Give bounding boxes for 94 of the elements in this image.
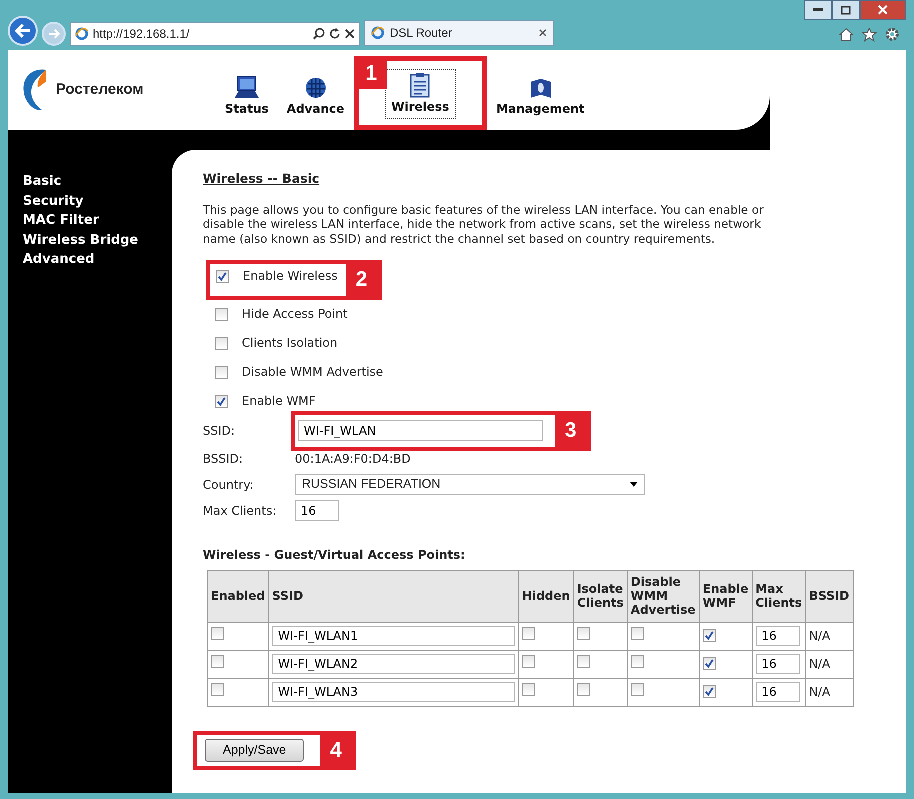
bssid-value: 00:1A:A9:F0:D4:BD xyxy=(295,450,411,468)
column-header: SSID xyxy=(268,570,519,622)
maximize-button[interactable] xyxy=(832,0,860,20)
callout-number: 2 xyxy=(346,264,378,296)
checkbox[interactable] xyxy=(630,655,644,668)
ssid-field[interactable]: WI-FI_WLAN1 xyxy=(272,626,516,646)
stop-icon[interactable] xyxy=(345,29,355,39)
address-text: http://192.168.1.1/ xyxy=(93,26,191,43)
checkbox[interactable] xyxy=(630,627,644,640)
field-label: SSID: xyxy=(203,422,236,440)
page-title: Wireless -- Basic xyxy=(203,170,320,188)
sidebar-item[interactable]: Wireless Bridge xyxy=(23,230,172,250)
description-text: This page allows you to configure basic features of the wireless LAN interface. You can enable or disable the wireless LAN interface, hide the network from active scans, set the wireless network name (also known as SSID) and restrict the channel set based on country requirements. xyxy=(203,202,765,246)
option-label: Hide Access Point xyxy=(242,306,348,324)
table-cell: N/A xyxy=(806,678,854,706)
option-label: Disable WMM Advertise xyxy=(242,364,384,382)
checkbox[interactable] xyxy=(215,394,228,408)
field-label: Max Clients: xyxy=(203,502,278,520)
column-header: Hidden xyxy=(518,570,574,622)
option-label: Clients Isolation xyxy=(242,335,338,352)
sidebar-item[interactable]: Security xyxy=(23,192,172,211)
tab-icon xyxy=(528,78,553,100)
callout-number: 4 xyxy=(320,734,352,766)
maximize-icon xyxy=(841,6,851,14)
column-header: Enabled xyxy=(208,570,269,622)
checkbox[interactable] xyxy=(215,308,228,321)
max-clients-field[interactable]: 16 xyxy=(756,654,800,674)
checkbox[interactable] xyxy=(577,683,590,696)
column-header: Max Clients xyxy=(752,570,806,622)
sidebar-item[interactable]: Advanced xyxy=(23,250,172,270)
close-button[interactable] xyxy=(860,0,906,20)
ssid-field[interactable]: WI-FI_WLAN xyxy=(298,420,543,442)
search-icon[interactable] xyxy=(313,28,325,40)
nav-tab[interactable]: Management xyxy=(487,78,594,130)
checkbox[interactable] xyxy=(577,655,590,668)
browser-tab[interactable]: DSL Router xyxy=(364,20,554,46)
minimize-icon xyxy=(813,8,823,12)
checkbox[interactable] xyxy=(702,629,716,642)
section-title: Wireless - Guest/Virtual Access Points: xyxy=(203,546,466,564)
close-icon[interactable] xyxy=(539,29,547,37)
checkbox[interactable] xyxy=(577,627,590,640)
checkbox[interactable] xyxy=(522,655,536,668)
country-dropdown[interactable]: RUSSIAN FEDERATION xyxy=(295,474,645,496)
checkbox[interactable] xyxy=(630,683,644,696)
home-icon[interactable] xyxy=(839,28,854,42)
checkbox[interactable] xyxy=(522,627,536,640)
refresh-icon[interactable] xyxy=(329,28,341,40)
ssid-field[interactable]: WI-FI_WLAN3 xyxy=(272,682,516,702)
table-cell: N/A xyxy=(806,650,854,678)
checkbox[interactable] xyxy=(211,627,224,640)
max-clients-field[interactable]: 16 xyxy=(295,500,339,522)
checkbox[interactable] xyxy=(211,683,224,696)
callout-number: 3 xyxy=(555,415,587,446)
column-header: Isolate Clients xyxy=(574,570,628,622)
max-clients-field[interactable]: 16 xyxy=(756,682,800,702)
tab-title: DSL Router xyxy=(390,25,454,42)
ssid-field[interactable]: WI-FI_WLAN2 xyxy=(272,654,516,674)
forward-arrow-icon xyxy=(48,29,60,39)
logo-text: Ростелеком xyxy=(56,80,144,100)
nav-tab[interactable]: Status xyxy=(216,76,278,130)
option-label: Enable WMF xyxy=(242,393,316,410)
sidebar-item[interactable]: Basic xyxy=(23,172,172,192)
sidebar-item[interactable]: MAC Filter xyxy=(23,211,172,230)
checkbox[interactable] xyxy=(215,336,228,350)
browser-logo-icon xyxy=(371,26,385,40)
checkbox[interactable] xyxy=(216,270,229,283)
nav-tab[interactable]: Wireless xyxy=(384,69,456,119)
field-label: BSSID: xyxy=(203,450,244,468)
option-label: Enable Wireless xyxy=(243,268,338,286)
browser-logo-icon xyxy=(75,27,89,41)
settings-icon[interactable] xyxy=(885,27,900,42)
callout-number: 1 xyxy=(356,59,386,89)
column-header: BSSID xyxy=(806,570,854,622)
nav-tab[interactable]: Advance xyxy=(278,76,354,130)
close-icon xyxy=(878,5,888,15)
column-header: Disable WMM Advertise xyxy=(627,570,700,622)
apply-save-button[interactable]: Apply/Save xyxy=(205,739,304,762)
checkbox[interactable] xyxy=(522,683,536,696)
caret-icon xyxy=(630,482,638,488)
max-clients-field[interactable]: 16 xyxy=(756,626,800,646)
table-cell: N/A xyxy=(806,622,854,650)
field-label: Country: xyxy=(203,476,255,494)
checkbox[interactable] xyxy=(702,685,716,698)
address-bar[interactable]: http://192.168.1.1/ xyxy=(70,22,360,46)
checkbox[interactable] xyxy=(215,366,228,379)
checkbox[interactable] xyxy=(702,657,716,670)
minimize-button[interactable] xyxy=(804,0,832,20)
star-icon[interactable] xyxy=(862,28,877,42)
checkbox[interactable] xyxy=(211,655,224,668)
back-arrow-icon xyxy=(15,24,31,38)
tab-icon xyxy=(234,76,260,100)
tab-icon xyxy=(409,72,432,98)
column-header: Enable WMF xyxy=(699,570,752,622)
back-button[interactable] xyxy=(8,16,38,46)
